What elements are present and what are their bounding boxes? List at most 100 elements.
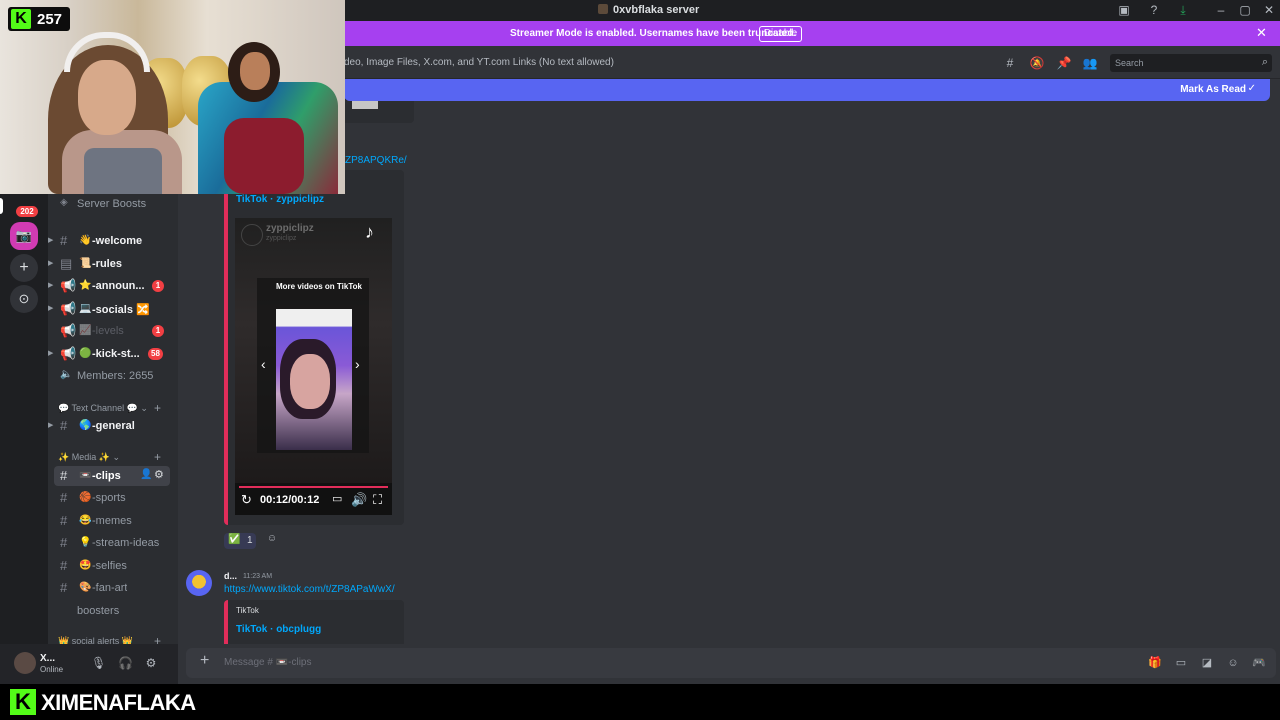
chevron-down-icon: ⌄ [112,452,120,462]
channel-memes[interactable]: # 😂 -memes [48,511,172,531]
channel-label: -clips [92,470,121,482]
channel-emoji: 🤩 [79,560,92,571]
channel-boosters[interactable]: boosters [48,601,172,621]
headphones-icon[interactable]: 🎧 [118,656,133,670]
unread-indicator: ▶ [48,260,54,267]
captions-icon[interactable]: ▭ [332,492,342,505]
next-video-icon[interactable]: › [355,356,360,372]
category-media[interactable]: ✨ Media ✨ ⌄ + [58,450,161,464]
webcam-overlay: K 257 [0,0,345,194]
volume-icon[interactable]: 🔊 [351,492,367,508]
server-boosts-item[interactable]: ◈ Server Boosts [48,194,172,214]
pinned-messages-icon[interactable]: 📌 [1056,55,1072,71]
hash-icon: # [60,535,68,550]
help-icon[interactable]: ? [1146,3,1162,17]
invite-icon[interactable]: 👤 [140,469,152,480]
close-banner-icon[interactable]: ✕ [1256,25,1267,41]
apps-icon[interactable]: 🎮 [1252,656,1266,670]
channel-label: boosters [77,605,120,617]
sticker-icon[interactable]: ◪ [1200,656,1214,670]
category-label: 💬 Text Channel 💬 [58,403,138,413]
upload-icon[interactable]: + [200,652,209,670]
mute-notifications-icon[interactable]: 🔕 [1029,55,1045,71]
category-social-alerts[interactable]: 👑 social alerts 👑 + [58,634,161,644]
add-server-icon[interactable]: + [10,254,38,282]
window-title: 0xvbflaka server [598,4,699,16]
replay-icon[interactable]: ↻ [241,492,252,508]
channel-clips[interactable]: # 📼 -clips 👤 ⚙ [54,466,170,486]
channel-welcome[interactable]: ▶ # 👋 -welcome [48,231,172,251]
message-link[interactable]: ZP8APQKRe/ [345,155,407,166]
discord-window: 0xvbflaka server ▣ ? ⤓ – ▢ ✕ Streamer Mo… [0,0,1280,720]
channel-rules[interactable]: ▶ ▤ 📜 -rules [48,254,172,274]
add-reaction-icon[interactable]: ☺ [262,533,282,549]
add-channel-icon[interactable]: + [154,634,161,644]
hash-icon: # [60,418,68,433]
message-link[interactable]: https://www.tiktok.com/t/ZP8APaWwX/ [224,584,395,595]
disable-streamer-mode-button[interactable]: Disable [759,26,802,42]
add-channel-icon[interactable]: + [154,401,161,415]
search-input[interactable]: Search ⌕ [1110,54,1272,72]
channel-selfies[interactable]: # 🤩 -selfies [48,556,172,576]
video-controls: ↻ 00:12/00:12 ▭ 🔊 ⛶ [235,483,392,515]
gift-icon[interactable]: 🎁 [1148,656,1162,670]
channel-kick-stream[interactable]: ▶ 📢 🟢 -kick-st... 58 [48,344,172,364]
add-channel-icon[interactable]: + [154,450,161,464]
mark-as-read-button[interactable]: Mark As Read [1180,84,1246,95]
streamer-handle: XIMENAFLAKA [41,690,196,715]
embed-title[interactable]: TikTok · obcplugg [236,624,321,635]
gear-icon[interactable]: ⚙ [154,468,164,481]
channel-topic: deo, Image Files, X.com, and YT.com Link… [344,57,614,68]
tiktok-logo-icon: ♪ [365,222,374,242]
user-settings-icon[interactable]: ⚙ [144,656,158,670]
avatar[interactable] [14,652,36,674]
prev-video-icon[interactable]: ‹ [261,356,266,372]
suggested-video-thumbnail[interactable] [276,309,352,450]
channel-socials[interactable]: ▶ 📢 💻 -socials 🔀 [48,299,172,319]
channel-stream-ideas[interactable]: # 💡 -stream-ideas [48,533,172,553]
video-progress-bar[interactable] [239,486,388,488]
channel-general[interactable]: ▶ # 🌎 -general [48,416,172,436]
reaction-check[interactable]: ✅ 1 [224,533,256,549]
boost-icon: ◈ [60,197,68,208]
channel-label: -fan-art [92,582,128,594]
emoji-icon[interactable]: ☺ [1226,656,1240,670]
camera-server-icon[interactable]: 📷 [10,222,38,250]
fullscreen-icon[interactable]: ⛶ [373,492,382,508]
discover-icon[interactable]: ⊙ [10,285,38,313]
streamer-mode-message: Streamer Mode is enabled. Usernames have… [510,28,797,39]
channel-emoji: 🏀 [79,492,92,503]
channel-label: -socials 🔀 [92,303,150,316]
mention-count: 1 [152,280,164,292]
members-count[interactable]: 🔈 Members: 2655 [48,366,172,386]
category-text-channel[interactable]: 💬 Text Channel 💬 ⌄ + [58,401,161,415]
close-window-icon[interactable]: ✕ [1261,3,1277,17]
channel-emoji: 💻 [79,303,92,314]
message-username[interactable]: d... [224,571,237,581]
kick-logo-icon: K [11,9,31,29]
screen-share-icon[interactable]: ▣ [1116,3,1132,17]
video-player[interactable]: zyppiclipz zyppiclipz ♪ More videos on T… [235,218,392,515]
user-name[interactable]: X... [40,653,55,664]
server-icon [598,4,608,14]
message-input[interactable]: + Message # 📼-clips 🎁 ▭ ◪ ☺ 🎮 [186,648,1276,678]
channel-sports[interactable]: # 🏀 -sports [48,488,172,508]
channel-fan-art[interactable]: # 🎨 -fan-art [48,578,172,598]
category-label: 👑 social alerts 👑 [58,636,133,644]
download-icon[interactable]: ⤓ [1175,3,1191,17]
channel-label: -welcome [92,235,143,247]
channel-levels[interactable]: 📢 📈 -levels 1 [48,321,172,341]
threads-icon[interactable]: # [1002,55,1018,71]
channel-emoji: 👋 [79,235,92,246]
new-messages-bar[interactable]: Mark As Read ✓ [344,79,1270,101]
member-list-icon[interactable]: 👥 [1082,55,1098,71]
gif-icon[interactable]: ▭ [1174,656,1188,670]
minimize-icon[interactable]: – [1213,3,1229,17]
category-label: ✨ Media ✨ [58,452,110,462]
embed-title[interactable]: TikTok · zyppiclipz [236,194,324,205]
video-channel-handle: zyppiclipz [266,235,297,242]
microphone-icon[interactable]: 🎙 [91,656,106,670]
channel-announcements[interactable]: ▶ 📢 ⭐ -announ... 1 [48,276,172,296]
avatar[interactable] [186,570,212,596]
maximize-icon[interactable]: ▢ [1237,3,1253,17]
